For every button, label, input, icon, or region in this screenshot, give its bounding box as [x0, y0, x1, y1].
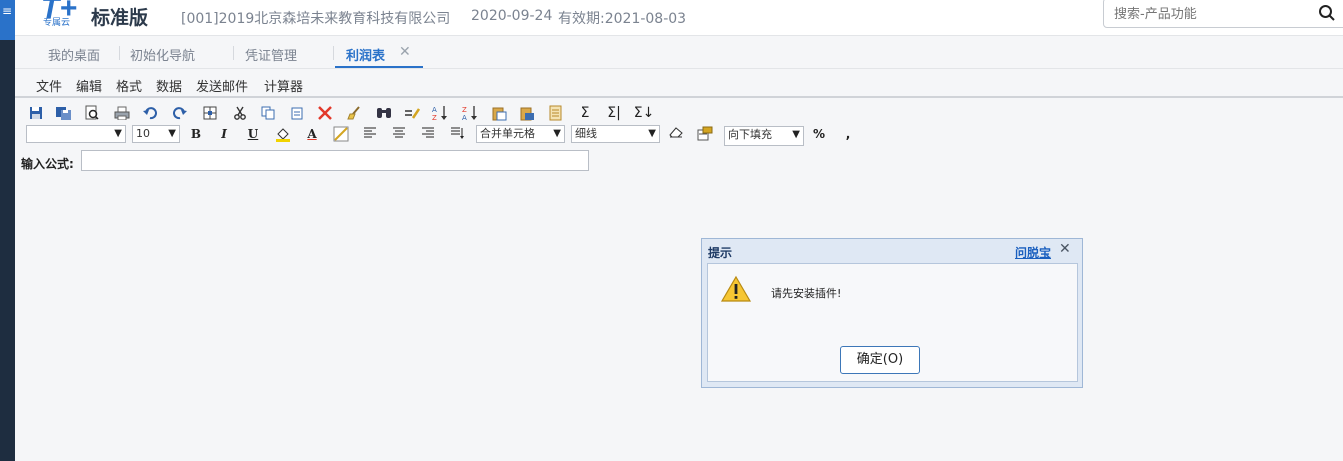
replace-icon[interactable] — [403, 104, 421, 122]
ok-button[interactable]: 确定(O) — [840, 346, 920, 374]
paste-value-icon[interactable] — [490, 104, 508, 122]
tab-income-statement[interactable]: 利润表 — [346, 45, 385, 64]
border-style-icon[interactable] — [333, 126, 349, 142]
chevron-down-icon: ▼ — [648, 128, 656, 139]
close-icon[interactable]: ✕ — [1059, 241, 1071, 257]
copy-icon[interactable] — [259, 104, 277, 122]
svg-text:Z: Z — [462, 106, 467, 114]
menu-bar: 文件 编辑 格式 数据 发送邮件 计算器 — [15, 69, 1343, 98]
active-tab-indicator — [335, 66, 423, 68]
save-icon[interactable] — [27, 104, 45, 122]
wrap-text-icon[interactable] — [449, 126, 465, 142]
sidebar-menu-button[interactable]: ≡ — [0, 0, 15, 40]
save-as-icon[interactable] — [55, 104, 73, 122]
percent-button[interactable]: % — [811, 126, 827, 142]
print-icon[interactable] — [113, 104, 131, 122]
bold-button[interactable]: B — [188, 126, 204, 142]
sheet-icon[interactable] — [547, 104, 565, 122]
sort-desc-icon[interactable]: ZA — [461, 104, 479, 122]
sum-icon[interactable]: Σ — [576, 104, 594, 122]
svg-text:Z: Z — [432, 114, 437, 121]
chevron-down-icon: ▼ — [168, 128, 176, 139]
logo-subtitle: 专属云 — [43, 18, 71, 28]
formula-label: 输入公式: — [21, 157, 74, 171]
tab-init-guide[interactable]: 初始化导航 — [130, 45, 195, 64]
align-right-icon[interactable] — [420, 126, 436, 142]
standard-toolbar: AZ ZA Σ Σ| Σ↓ — [27, 104, 927, 124]
top-header: T+ 专属云 标准版 [001]2019北京森培未来教育科技有限公司 2020-… — [15, 0, 1343, 36]
font-name-select[interactable]: ▼ — [26, 125, 126, 143]
login-date: 2020-09-24 — [471, 8, 553, 24]
font-size-value: 10 — [136, 127, 150, 140]
left-sidebar: ≡ — [0, 0, 15, 461]
border-line-value: 细线 — [575, 127, 597, 140]
menu-send-mail[interactable]: 发送邮件 — [196, 76, 248, 95]
menu-format[interactable]: 格式 — [116, 76, 142, 95]
underline-button[interactable]: U — [245, 126, 261, 142]
fill-down-select[interactable]: 向下填充 ▼ — [724, 126, 804, 146]
dialog-message: 请先安装插件! — [771, 287, 842, 300]
eraser-icon[interactable] — [668, 126, 684, 142]
edition-label: 标准版 — [91, 7, 149, 29]
tab-divider — [119, 46, 120, 60]
close-icon[interactable]: ✕ — [399, 44, 411, 60]
sum-col-icon[interactable]: Σ↓ — [634, 104, 655, 122]
tab-voucher[interactable]: 凭证管理 — [245, 45, 297, 64]
fill-color-icon[interactable] — [275, 126, 291, 142]
menu-file[interactable]: 文件 — [36, 76, 62, 95]
border-line-select[interactable]: 细线 ▼ — [571, 125, 660, 143]
paste-format-icon[interactable] — [518, 104, 536, 122]
menu-data[interactable]: 数据 — [156, 76, 182, 95]
italic-button[interactable]: I — [216, 126, 232, 142]
select-all-icon[interactable] — [201, 104, 219, 122]
format-toolbar: ▼ 10 ▼ B I U A 合并单元格 ▼ 细线 ▼ 向下填充 ▼ % , — [26, 124, 926, 146]
redo-icon[interactable] — [171, 104, 189, 122]
prompt-dialog: 提示 问脱宝 ✕ 请先安装插件! 确定(O) — [701, 238, 1083, 388]
undo-icon[interactable] — [141, 104, 159, 122]
font-color-button[interactable]: A — [304, 126, 320, 142]
clear-icon[interactable] — [345, 104, 363, 122]
print-preview-icon[interactable] — [83, 104, 101, 122]
find-icon[interactable] — [375, 104, 393, 122]
svg-text:A: A — [432, 106, 437, 114]
menu-icon: ≡ — [2, 4, 13, 18]
menu-calculator[interactable]: 计算器 — [264, 76, 303, 95]
sort-asc-icon[interactable]: AZ — [431, 104, 449, 122]
help-link[interactable]: 问脱宝 — [1015, 244, 1051, 261]
formula-input[interactable] — [81, 150, 589, 171]
fill-down-value: 向下填充 — [728, 128, 772, 141]
chevron-down-icon: ▼ — [553, 128, 561, 139]
tab-desktop[interactable]: 我的桌面 — [48, 45, 100, 64]
comma-button[interactable]: , — [840, 126, 856, 142]
svg-text:A: A — [462, 114, 467, 121]
merge-cells-select[interactable]: 合并单元格 ▼ — [476, 125, 565, 143]
format-painter-icon[interactable] — [697, 126, 713, 142]
dialog-body: 请先安装插件! 确定(O) — [707, 263, 1078, 382]
cut-icon[interactable] — [231, 104, 249, 122]
dialog-title: 提示 — [708, 246, 733, 260]
merge-cells-value: 合并单元格 — [480, 127, 535, 140]
paste-icon[interactable] — [288, 104, 306, 122]
tab-divider — [333, 46, 334, 60]
align-center-icon[interactable] — [391, 126, 407, 142]
tab-divider — [233, 46, 234, 60]
valid-until: 有效期:2021-08-03 — [558, 11, 687, 27]
company-name: [001]2019北京森培未来教育科技有限公司 — [181, 11, 451, 27]
warning-icon — [720, 275, 752, 307]
chevron-down-icon: ▼ — [114, 128, 122, 139]
sum-row-icon[interactable]: Σ| — [605, 104, 623, 122]
delete-icon[interactable] — [316, 104, 334, 122]
align-left-icon[interactable] — [362, 126, 378, 142]
font-size-select[interactable]: 10 ▼ — [132, 125, 180, 143]
search-box[interactable] — [1103, 0, 1343, 28]
search-icon[interactable] — [1318, 4, 1336, 26]
tab-bar: 我的桌面 初始化导航 凭证管理 利润表 ✕ — [15, 36, 1343, 69]
chevron-down-icon: ▼ — [792, 129, 800, 140]
search-input[interactable] — [1114, 4, 1304, 24]
menu-edit[interactable]: 编辑 — [76, 76, 102, 95]
